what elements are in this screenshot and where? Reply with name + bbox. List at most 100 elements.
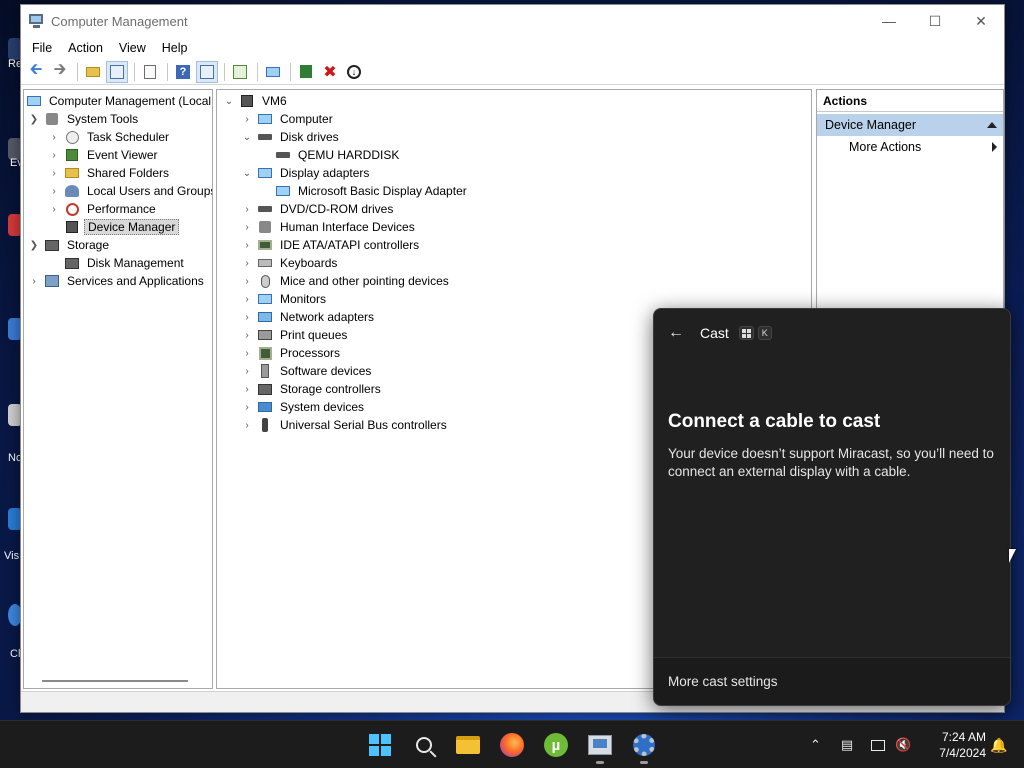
menu-action[interactable]: Action bbox=[60, 41, 111, 55]
tree-item-label: Task Scheduler bbox=[87, 130, 170, 144]
device-tree-root[interactable]: ⌄ VM6 bbox=[217, 92, 811, 110]
chevron-down-icon[interactable]: ❯ bbox=[28, 114, 40, 125]
chevron-right-icon[interactable]: › bbox=[241, 384, 253, 395]
tree-item-event-viewer[interactable]: › Event Viewer bbox=[24, 146, 212, 164]
tree-item-computer-management[interactable]: Computer Management (Local bbox=[24, 92, 212, 110]
properties-button[interactable] bbox=[139, 61, 161, 83]
minimize-button[interactable]: — bbox=[866, 5, 912, 37]
show-hide-console-tree-button[interactable] bbox=[106, 60, 128, 83]
chevron-right-icon[interactable]: › bbox=[241, 366, 253, 377]
close-button[interactable]: ✕ bbox=[958, 5, 1004, 37]
chevron-up-icon[interactable]: ⌃ bbox=[810, 737, 821, 753]
chevron-down-icon[interactable]: ⌄ bbox=[241, 168, 253, 179]
device-category-keyboards[interactable]: › Keyboards bbox=[217, 254, 811, 272]
device-category-disk-drives[interactable]: ⌄ Disk drives bbox=[217, 128, 811, 146]
chevron-right-icon[interactable]: › bbox=[241, 330, 253, 341]
maximize-button[interactable]: ☐ bbox=[912, 5, 958, 37]
chevron-right-icon[interactable]: › bbox=[241, 114, 253, 125]
device-category-label: Network adapters bbox=[280, 310, 375, 324]
chevron-right-icon[interactable]: › bbox=[48, 204, 60, 215]
network-disconnected-icon[interactable]: ▤ bbox=[841, 737, 853, 753]
notification-bell-icon[interactable]: 🔔 bbox=[990, 737, 1007, 754]
back-button[interactable]: 🡰 bbox=[25, 61, 47, 83]
chevron-right-icon[interactable]: › bbox=[241, 312, 253, 323]
device-qemu-harddisk[interactable]: QEMU HARDDISK bbox=[217, 146, 811, 164]
more-actions-item[interactable]: More Actions bbox=[817, 136, 1003, 158]
horizontal-scrollbar[interactable] bbox=[42, 680, 188, 682]
chevron-right-icon[interactable]: › bbox=[241, 258, 253, 269]
computer-management-icon bbox=[26, 94, 42, 108]
chevron-right-icon[interactable]: › bbox=[241, 348, 253, 359]
device-category-mice-and-other-pointing-devices[interactable]: › Mice and other pointing devices bbox=[217, 272, 811, 290]
help-button[interactable]: ? bbox=[172, 61, 194, 83]
chevron-right-icon[interactable]: › bbox=[48, 132, 60, 143]
device-category-display-adapters[interactable]: ⌄ Display adapters bbox=[217, 164, 811, 182]
chevron-right-icon[interactable]: › bbox=[241, 240, 253, 251]
cast-title: Cast bbox=[700, 325, 729, 341]
collapse-arrow-icon[interactable] bbox=[987, 122, 997, 128]
chevron-right-icon[interactable]: › bbox=[48, 168, 60, 179]
back-arrow-icon[interactable]: ← bbox=[668, 324, 684, 342]
cast-icon[interactable] bbox=[871, 739, 886, 751]
scan-hardware-button[interactable] bbox=[229, 61, 251, 83]
chevron-right-icon[interactable]: › bbox=[48, 150, 60, 161]
menu-help[interactable]: Help bbox=[154, 41, 196, 55]
uninstall-device-button[interactable]: ✖ bbox=[319, 61, 341, 83]
printer-icon bbox=[257, 328, 273, 342]
more-actions-label: More Actions bbox=[849, 140, 922, 154]
search-button[interactable] bbox=[408, 729, 440, 761]
chevron-right-icon[interactable]: › bbox=[241, 204, 253, 215]
forward-button[interactable]: 🡲 bbox=[49, 61, 71, 83]
tree-item-disk-management[interactable]: Disk Management bbox=[24, 254, 212, 272]
actions-section-device-manager[interactable]: Device Manager bbox=[817, 114, 1003, 136]
update-driver-button[interactable] bbox=[295, 61, 317, 83]
clock-date: 7/4/2024 bbox=[939, 746, 986, 760]
tree-item-device-manager[interactable]: Device Manager bbox=[24, 218, 212, 236]
chevron-down-icon[interactable]: ❯ bbox=[28, 240, 40, 251]
disable-device-button[interactable]: ↓ bbox=[343, 61, 365, 83]
windows-logo-icon bbox=[369, 734, 391, 756]
tree-item-shared-folders[interactable]: › Shared Folders bbox=[24, 164, 212, 182]
running-indicator bbox=[640, 761, 648, 764]
device-basic-display-adapter[interactable]: Microsoft Basic Display Adapter bbox=[217, 182, 811, 200]
start-button[interactable] bbox=[364, 729, 396, 761]
title-bar[interactable]: Computer Management — ☐ ✕ bbox=[21, 5, 1004, 37]
file-explorer-button[interactable] bbox=[452, 729, 484, 761]
tree-item-performance[interactable]: › Performance bbox=[24, 200, 212, 218]
up-one-level-button[interactable] bbox=[82, 61, 104, 83]
more-cast-settings-link[interactable]: More cast settings bbox=[654, 657, 1010, 705]
tree-item-services-and-applications[interactable]: › Services and Applications bbox=[24, 272, 212, 290]
menu-view[interactable]: View bbox=[111, 41, 154, 55]
tree-item-label: Performance bbox=[87, 202, 156, 216]
chevron-down-icon[interactable]: ⌄ bbox=[223, 96, 235, 107]
show-action-pane-button[interactable] bbox=[196, 60, 218, 83]
settings-button[interactable] bbox=[628, 729, 660, 764]
tree-item-label: Device Manager bbox=[84, 219, 180, 235]
device-category-computer[interactable]: › Computer bbox=[217, 110, 811, 128]
firefox-button[interactable] bbox=[496, 729, 528, 761]
chevron-down-icon[interactable]: ⌄ bbox=[241, 132, 253, 143]
device-category-dvd-cd-rom-drives[interactable]: › DVD/CD-ROM drives bbox=[217, 200, 811, 218]
chevron-right-icon[interactable]: › bbox=[241, 420, 253, 431]
monitor-button[interactable] bbox=[262, 61, 284, 83]
computer-management-taskbar-button[interactable] bbox=[584, 729, 616, 764]
device-category-human-interface-devices[interactable]: › Human Interface Devices bbox=[217, 218, 811, 236]
tree-item-system-tools[interactable]: ❯ System Tools bbox=[24, 110, 212, 128]
chevron-right-icon[interactable]: › bbox=[241, 294, 253, 305]
volume-muted-icon[interactable]: 🔇 bbox=[895, 737, 911, 753]
utorrent-button[interactable]: µ bbox=[540, 729, 572, 761]
tree-item-local-users-and-groups[interactable]: › Local Users and Groups bbox=[24, 182, 212, 200]
chevron-right-icon[interactable]: › bbox=[241, 402, 253, 413]
chevron-right-icon[interactable]: › bbox=[48, 186, 60, 197]
display-adapter-icon bbox=[275, 184, 291, 198]
device-category-ide-ata-atapi-controllers[interactable]: › IDE ATA/ATAPI controllers bbox=[217, 236, 811, 254]
tree-item-label: Services and Applications bbox=[67, 274, 204, 288]
menu-file[interactable]: File bbox=[24, 41, 60, 55]
chevron-right-icon[interactable]: › bbox=[28, 276, 40, 287]
tree-item-task-scheduler[interactable]: › Task Scheduler bbox=[24, 128, 212, 146]
clock[interactable]: 7:24 AM 7/4/2024 bbox=[928, 729, 986, 761]
chevron-right-icon[interactable]: › bbox=[241, 222, 253, 233]
chevron-right-icon[interactable]: › bbox=[241, 276, 253, 287]
tree-item-storage[interactable]: ❯ Storage bbox=[24, 236, 212, 254]
device-category-monitors[interactable]: › Monitors bbox=[217, 290, 811, 308]
